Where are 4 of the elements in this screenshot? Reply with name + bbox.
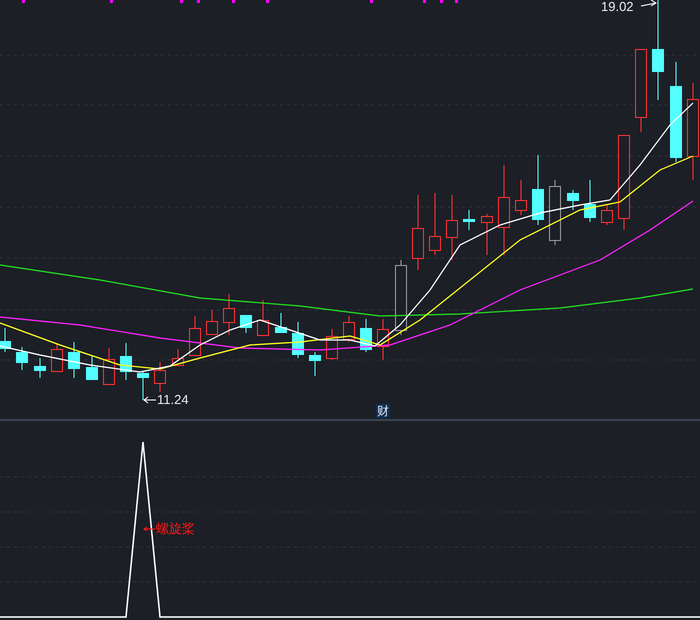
signal-label: 螺旋桨 (156, 521, 195, 537)
finance-marker[interactable]: 财 (376, 404, 390, 418)
low-price-label: 11.24 (157, 392, 189, 408)
high-price-label: 19.02 (601, 0, 634, 15)
